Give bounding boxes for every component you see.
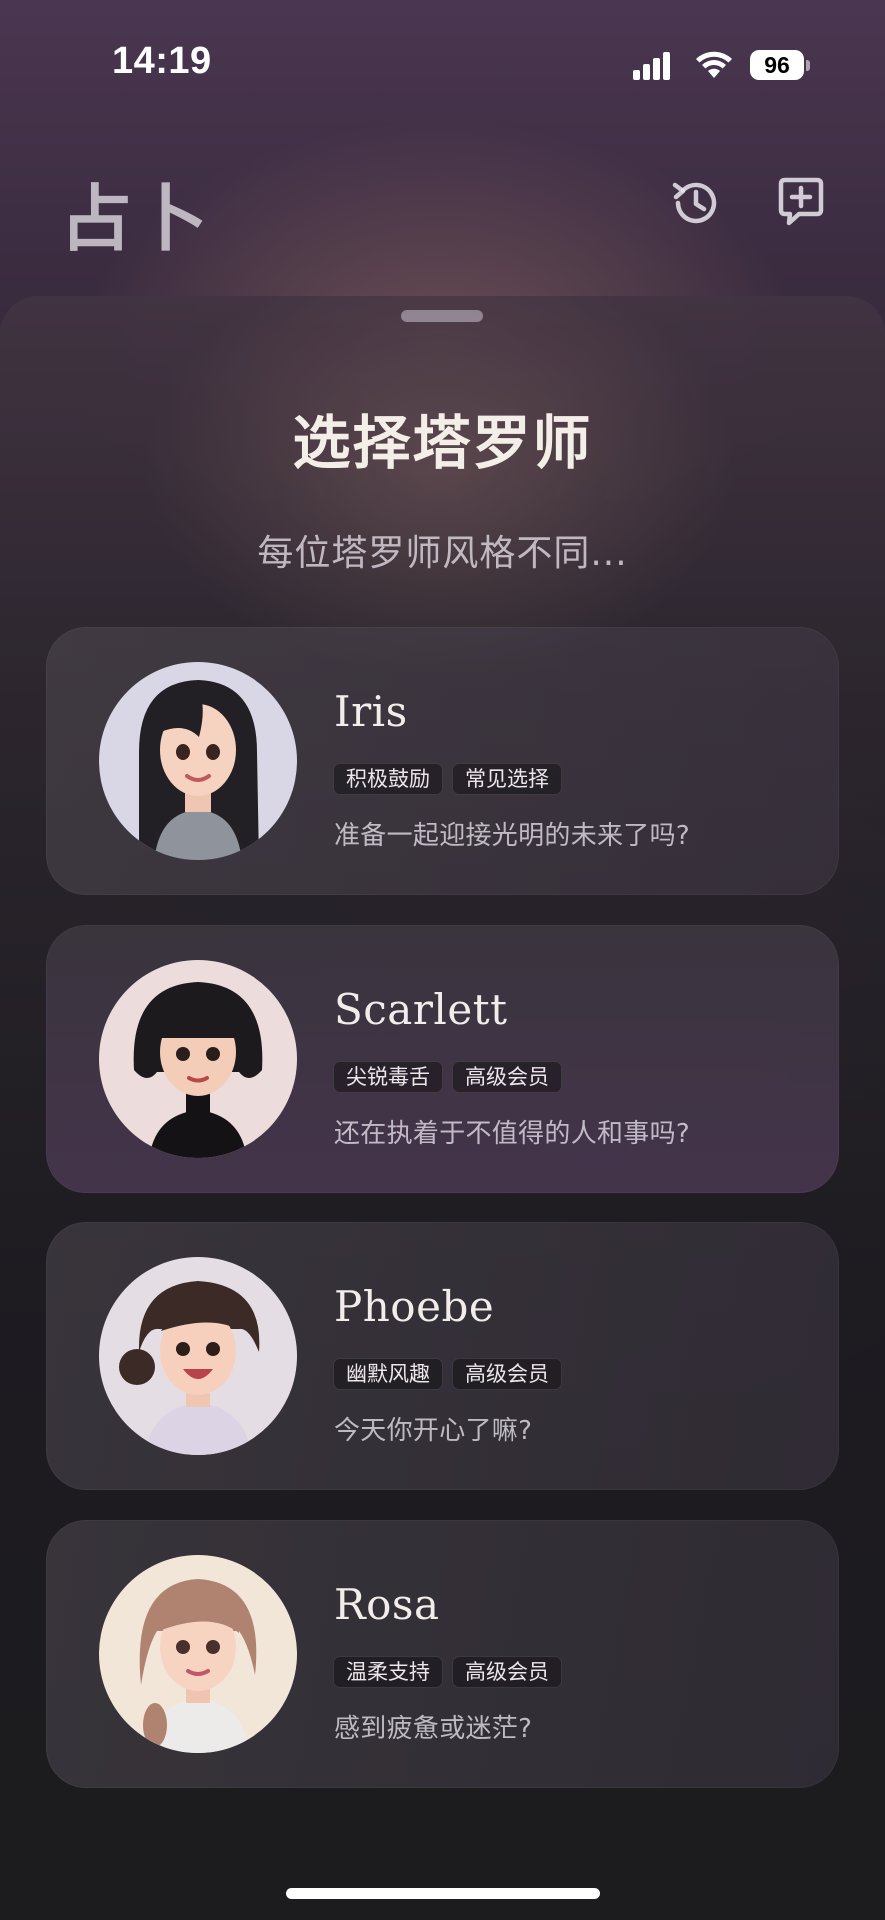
avatar — [99, 1555, 297, 1753]
reader-tag: 积极鼓励 — [333, 763, 443, 795]
reader-card-rosa[interactable]: Rosa 温柔支持 高级会员 感到疲惫或迷茫? — [46, 1520, 839, 1788]
status-bar: 14:19 96 — [0, 0, 885, 130]
app-header: 占卜 — [0, 140, 885, 261]
sheet-grabber[interactable] — [401, 310, 483, 322]
reader-card-iris[interactable]: Iris 积极鼓励 常见选择 准备一起迎接光明的未来了吗? — [46, 627, 839, 895]
avatar — [99, 1257, 297, 1455]
reader-tag: 高级会员 — [452, 1358, 562, 1390]
reader-tag: 幽默风趣 — [333, 1358, 443, 1390]
reader-tag: 尖锐毒舌 — [333, 1061, 443, 1093]
avatar — [99, 662, 297, 860]
reader-description: 准备一起迎接光明的未来了吗? — [334, 821, 691, 851]
status-time: 14:19 — [112, 40, 212, 82]
reader-tag: 高级会员 — [452, 1061, 562, 1093]
home-indicator[interactable] — [286, 1888, 600, 1899]
reader-tags: 幽默风趣 高级会员 — [333, 1358, 562, 1390]
avatar — [99, 960, 297, 1158]
reader-description: 感到疲惫或迷茫? — [334, 1714, 533, 1744]
wifi-icon — [696, 51, 732, 78]
reader-avatar-image — [99, 662, 297, 860]
sheet-subtitle: 每位塔罗师风格不同... — [257, 533, 628, 574]
reader-tags: 温柔支持 高级会员 — [333, 1656, 562, 1688]
reader-avatar-image — [99, 1555, 297, 1753]
reader-tag: 常见选择 — [452, 763, 562, 795]
battery-cap — [806, 60, 810, 71]
reader-card-scarlett[interactable]: Scarlett 尖锐毒舌 高级会员 还在执着于不值得的人和事吗? — [46, 925, 839, 1193]
reader-avatar-image — [99, 1257, 297, 1455]
reader-name: Scarlett — [334, 985, 508, 1034]
reader-tags: 尖锐毒舌 高级会员 — [333, 1061, 562, 1093]
reader-name: Iris — [334, 687, 408, 736]
reader-description: 今天你开心了嘛? — [334, 1416, 533, 1446]
reader-name: Phoebe — [334, 1282, 495, 1331]
new-chat-icon[interactable] — [773, 174, 829, 230]
reader-selection-sheet: 选择塔罗师 每位塔罗师风格不同... Iris 积极鼓励 常见选择 准备一起迎接… — [0, 296, 885, 1920]
reader-tag: 高级会员 — [452, 1656, 562, 1688]
battery-indicator: 96 — [750, 50, 804, 80]
history-icon[interactable] — [668, 175, 724, 231]
cellular-signal-icon — [633, 52, 670, 80]
sheet-title: 选择塔罗师 — [292, 409, 593, 477]
reader-avatar-image — [99, 960, 297, 1158]
reader-tags: 积极鼓励 常见选择 — [333, 763, 562, 795]
reader-name: Rosa — [334, 1580, 440, 1629]
reader-card-phoebe[interactable]: Phoebe 幽默风趣 高级会员 今天你开心了嘛? — [46, 1222, 839, 1490]
reader-description: 还在执着于不值得的人和事吗? — [334, 1119, 691, 1149]
reader-tag: 温柔支持 — [333, 1656, 443, 1688]
page-title: 占卜 — [60, 176, 213, 261]
